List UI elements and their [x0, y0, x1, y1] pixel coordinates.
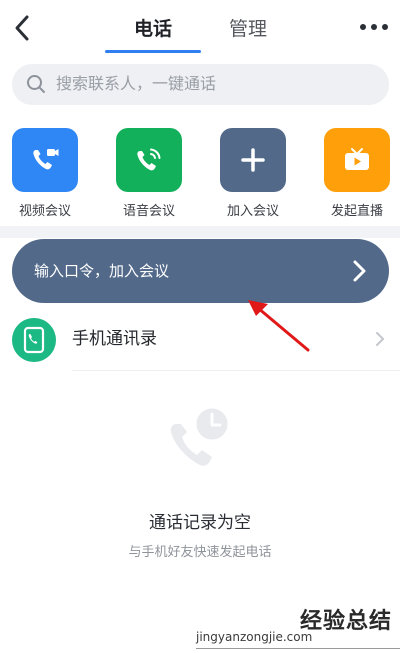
voice-call-icon	[137, 148, 161, 171]
voice-meeting-button[interactable]: 语音会议	[116, 128, 182, 219]
video-call-icon	[33, 149, 59, 170]
start-live-button[interactable]: 发起直播	[324, 128, 390, 219]
watermark-underline	[196, 648, 400, 649]
section-divider	[0, 226, 400, 238]
more-horizontal-icon	[360, 24, 388, 30]
video-meeting-label: 视频会议	[18, 204, 71, 219]
start-live-tile	[324, 128, 390, 192]
empty-state-title: 通话记录为空	[149, 513, 251, 533]
join-by-code-button[interactable]: 输入口令，加入会议	[12, 239, 389, 303]
voice-meeting-label: 语音会议	[122, 204, 175, 219]
search-input[interactable]: 搜索联系人，一键通话	[12, 64, 389, 105]
watermark-url: jingyanzongjie.com	[196, 630, 313, 644]
contact-book-icon	[12, 318, 56, 362]
search-placeholder: 搜索联系人，一键通话	[56, 74, 217, 93]
tv-live-icon	[345, 148, 369, 170]
tab-manage[interactable]: 管理	[210, 14, 286, 44]
chevron-right-icon	[376, 332, 384, 346]
active-tab-indicator	[105, 50, 201, 53]
watermark-logo: 经验总结	[300, 609, 393, 634]
row-divider	[72, 370, 400, 371]
back-button[interactable]	[8, 10, 40, 46]
phone-contacts-label: 手机通讯录	[72, 329, 157, 349]
phone-contacts-row[interactable]: 手机通讯录	[0, 308, 400, 370]
more-button[interactable]	[356, 16, 392, 38]
video-meeting-tile	[12, 128, 78, 192]
chevron-left-icon	[15, 15, 29, 41]
empty-state-subtitle: 与手机好友快速发起电话	[128, 545, 272, 560]
tab-phone[interactable]: 电话	[105, 14, 201, 44]
start-live-label: 发起直播	[330, 204, 383, 219]
video-meeting-button[interactable]: 视频会议	[12, 128, 78, 219]
join-meeting-label: 加入会议	[226, 204, 279, 219]
plus-icon	[241, 148, 265, 172]
search-icon	[26, 74, 46, 94]
join-meeting-button[interactable]: 加入会议	[220, 128, 286, 219]
join-by-code-label: 输入口令，加入会议	[34, 262, 170, 280]
voice-meeting-tile	[116, 128, 182, 192]
phone-clock-icon	[170, 405, 231, 466]
top-bar: 电话 管理	[0, 0, 400, 58]
join-meeting-tile	[220, 128, 286, 192]
chevron-right-icon	[353, 260, 366, 282]
